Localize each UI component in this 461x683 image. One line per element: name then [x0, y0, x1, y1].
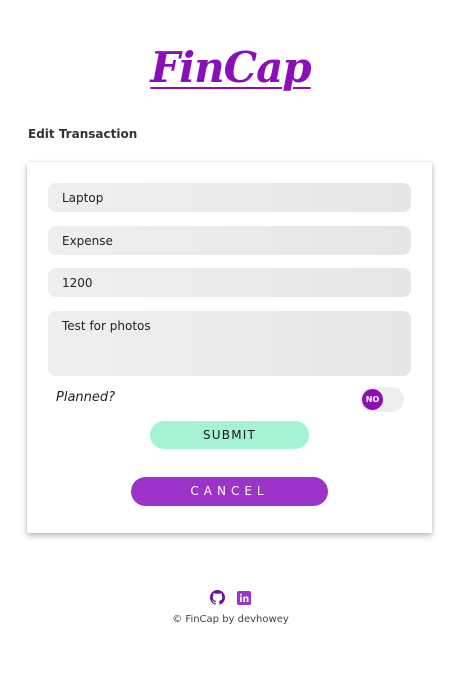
- planned-toggle-knob: NO: [362, 389, 383, 410]
- notes-textarea[interactable]: Test for photos: [48, 311, 411, 376]
- app-logo[interactable]: FinCap: [150, 40, 311, 96]
- planned-label: Planned?: [56, 390, 116, 405]
- linkedin-icon[interactable]: [236, 590, 251, 609]
- submit-button[interactable]: SUBMIT: [150, 421, 309, 449]
- cancel-button[interactable]: CANCEL: [131, 477, 328, 506]
- name-field[interactable]: Laptop: [48, 183, 411, 212]
- header: FinCap: [0, 40, 461, 96]
- planned-toggle[interactable]: NO: [360, 387, 404, 412]
- page-title: Edit Transaction: [28, 127, 138, 141]
- footer-copyright: © FinCap by devhowey: [172, 614, 289, 625]
- amount-field[interactable]: 1200: [48, 268, 411, 297]
- github-icon[interactable]: [210, 590, 226, 609]
- type-field[interactable]: Expense: [48, 226, 411, 255]
- edit-transaction-form: Laptop Expense 1200 Test for photos Plan…: [27, 162, 432, 533]
- footer-icons: [0, 589, 461, 605]
